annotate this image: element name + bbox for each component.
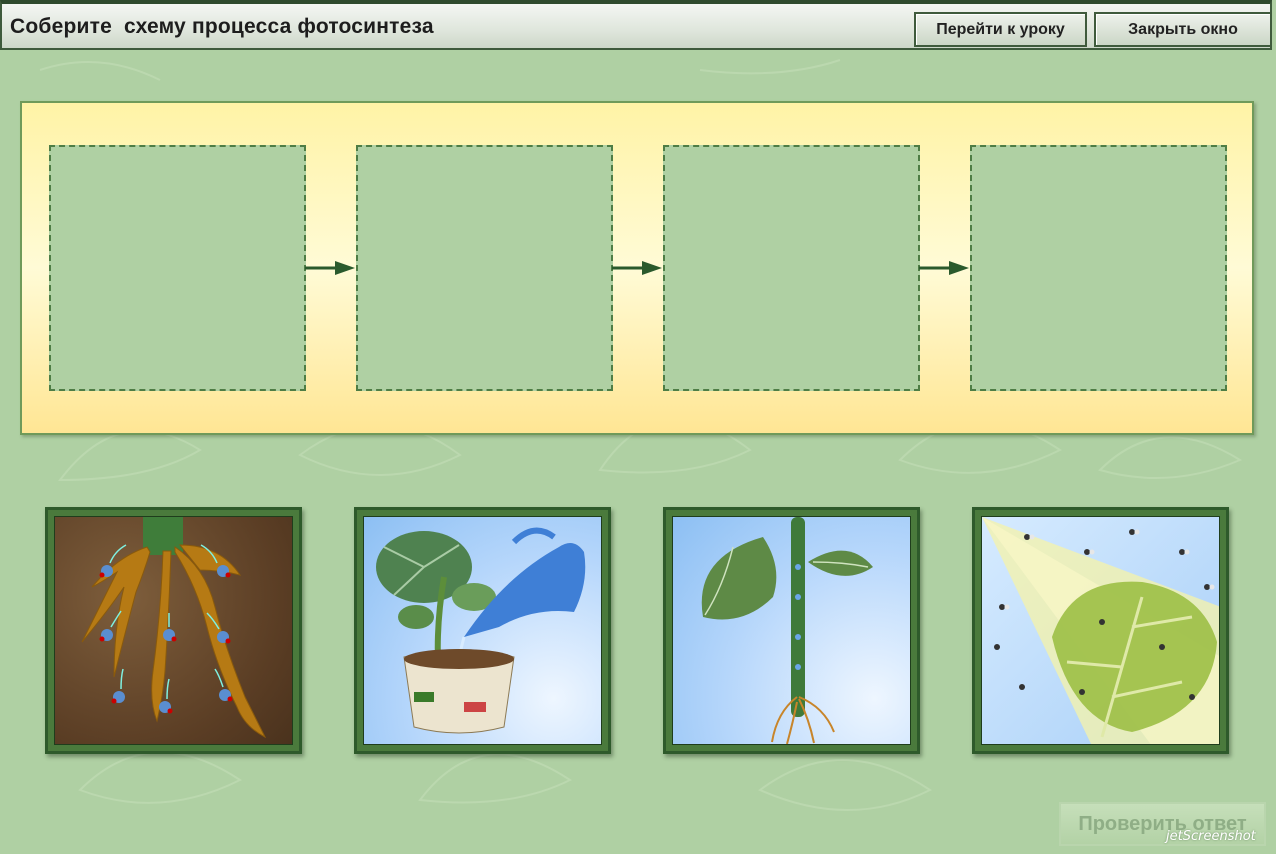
card-watering-plant[interactable] [354,507,611,754]
scheme-panel [20,101,1254,435]
leaf-sunlight-co2-image [982,517,1219,744]
card-leaf-in-sunlight[interactable] [972,507,1229,754]
arrow-right-icon [919,261,969,275]
watering-can-plant-image [376,527,586,734]
go-to-lesson-button[interactable]: Перейти к уроку [914,12,1087,47]
close-window-button[interactable]: Закрыть окно [1094,12,1272,47]
roots-water-molecules-image [81,517,267,739]
drop-slot-3[interactable] [663,145,920,391]
card-water-rises-stem[interactable] [663,507,920,754]
page-title: Соберите схему процесса фотосинтеза [10,15,434,38]
watermark-text: jetScreenshot [1166,829,1256,844]
drop-slot-4[interactable] [970,145,1227,391]
card-roots-absorb-water[interactable] [45,507,302,754]
title-bar: Соберите схему процесса фотосинтеза Пере… [0,0,1272,50]
stem-water-transport-image [701,517,873,744]
arrow-right-icon [612,261,662,275]
arrow-right-icon [305,261,355,275]
drop-slot-1[interactable] [49,145,306,391]
drop-slot-2[interactable] [356,145,613,391]
